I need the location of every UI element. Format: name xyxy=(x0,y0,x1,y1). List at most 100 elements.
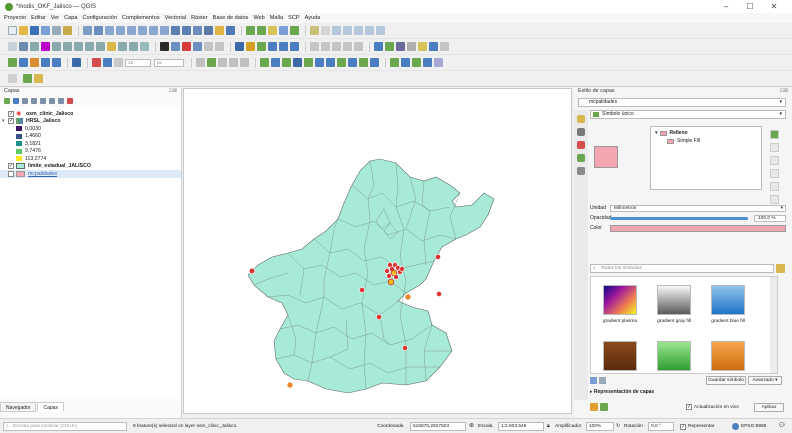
scp-input-icon[interactable] xyxy=(19,58,28,67)
undo-icon[interactable] xyxy=(204,42,213,51)
bookmarks-icon[interactable] xyxy=(204,26,213,35)
vertex-tool-icon[interactable] xyxy=(260,58,269,67)
add-vector-icon[interactable] xyxy=(30,42,39,51)
tool-b-icon[interactable] xyxy=(321,42,330,51)
gradient-green-thumbnail[interactable] xyxy=(657,341,691,371)
roi-size-input[interactable]: 12 xyxy=(125,58,151,67)
diagrams-tab-icon[interactable] xyxy=(577,141,585,149)
menu-editar[interactable]: Editar xyxy=(31,15,46,21)
open-table-icon[interactable] xyxy=(257,26,266,35)
lock-color-button[interactable] xyxy=(770,156,779,165)
gallery-item-blue[interactable]: gradient blue fill xyxy=(703,285,753,324)
list-view-icon[interactable] xyxy=(590,377,597,384)
layer-hrsl[interactable]: ▾ ✓ HRSL_Jalisco xyxy=(0,118,181,126)
collapse-all-icon[interactable] xyxy=(58,97,64,104)
menu-base-de-datos[interactable]: Base de datos xyxy=(213,15,249,21)
add-mesh-icon[interactable] xyxy=(52,42,61,51)
menu-malla[interactable]: Malla xyxy=(270,15,283,21)
scp-roi-edit-icon[interactable] xyxy=(103,58,112,67)
opacity-spinbox[interactable]: 100,0 % xyxy=(754,214,786,222)
simplify-icon[interactable] xyxy=(337,58,346,67)
stats-icon[interactable] xyxy=(290,26,299,35)
coordinate-field[interactable]: 615876,2927503 xyxy=(410,422,466,431)
renderer-combo[interactable]: Símbolo único ▾ xyxy=(590,110,786,119)
new-map-view-icon[interactable] xyxy=(193,26,202,35)
add-spatialite-icon[interactable] xyxy=(74,42,83,51)
tab-capas[interactable]: Capas xyxy=(37,402,64,412)
layer-visibility-checkbox[interactable]: ✓ xyxy=(8,118,14,125)
add-delimited-icon[interactable] xyxy=(63,42,72,51)
add-feature-icon[interactable] xyxy=(207,58,216,67)
apply-button[interactable]: Aplicar xyxy=(754,403,784,412)
field-calc-icon[interactable] xyxy=(268,26,277,35)
zoom-last-icon[interactable] xyxy=(171,26,180,35)
move-down-button[interactable] xyxy=(770,195,779,204)
split-features-icon[interactable] xyxy=(304,58,313,67)
plugin-green-icon[interactable] xyxy=(23,74,32,83)
pan-icon[interactable] xyxy=(83,26,92,35)
advanced-button[interactable]: Avanzado ▾ xyxy=(748,376,782,385)
diagram-icon[interactable] xyxy=(434,58,443,67)
duplicate-layer-button[interactable] xyxy=(770,169,779,178)
clinic-point[interactable] xyxy=(436,291,442,297)
symbol-root-row[interactable]: ▾ Relleno xyxy=(651,127,761,136)
add-xyz-icon[interactable] xyxy=(140,42,149,51)
lock-scale-icon[interactable]: 🔒︎ xyxy=(547,422,550,431)
search-tool-icon[interactable] xyxy=(429,42,438,51)
layer-visibility-checkbox[interactable] xyxy=(8,170,14,177)
map-tips-icon[interactable] xyxy=(374,42,383,51)
merge-features-icon[interactable] xyxy=(315,58,324,67)
zoom-in-icon[interactable] xyxy=(105,26,114,35)
scp-band-set-icon[interactable] xyxy=(72,58,81,67)
fill-ring-icon[interactable] xyxy=(370,58,379,67)
zoom-native-icon[interactable] xyxy=(127,26,136,35)
layer-mcpalidades[interactable]: mcpalidades xyxy=(0,170,181,178)
history-tab-icon[interactable] xyxy=(577,167,585,175)
db-manager-icon[interactable] xyxy=(235,42,244,51)
label-rotate-icon[interactable] xyxy=(412,58,421,67)
add-postgis-icon[interactable] xyxy=(85,42,94,51)
scp-zoom-icon[interactable] xyxy=(114,58,123,67)
gradient-orange-thumbnail[interactable] xyxy=(711,341,745,371)
label-pin-icon[interactable] xyxy=(390,58,399,67)
zoom-next-icon[interactable] xyxy=(182,26,191,35)
menu-vectorial[interactable]: Vectorial xyxy=(165,15,186,21)
deselect-icon[interactable] xyxy=(354,26,363,35)
map-canvas[interactable] xyxy=(183,88,572,414)
clinic-point-orange[interactable] xyxy=(404,293,412,301)
clinic-point[interactable] xyxy=(399,266,405,272)
layout-manager-icon[interactable] xyxy=(63,26,72,35)
redo-style-icon[interactable] xyxy=(600,403,608,411)
layer-osm-clinic[interactable]: ✓ ◉ osm_clinic_Jalisco xyxy=(0,110,181,118)
add-group-icon[interactable] xyxy=(13,97,19,104)
scp-band-icon[interactable] xyxy=(268,42,277,51)
zoom-out-icon[interactable] xyxy=(116,26,125,35)
close-button[interactable]: ✕ xyxy=(763,0,785,13)
shape-digitize-icon[interactable] xyxy=(271,58,280,67)
tool-e-icon[interactable] xyxy=(354,42,363,51)
plugin-map-icon[interactable] xyxy=(34,74,43,83)
clinic-point[interactable] xyxy=(402,345,408,351)
more-tools-icon[interactable] xyxy=(440,42,449,51)
identify-icon[interactable] xyxy=(246,26,255,35)
save-project-icon[interactable] xyxy=(30,26,39,35)
open-project-icon[interactable] xyxy=(19,26,28,35)
opacity-slider[interactable] xyxy=(610,216,748,220)
add-wfs-icon[interactable] xyxy=(118,42,127,51)
calculator-icon[interactable] xyxy=(385,42,394,51)
edit-icon[interactable] xyxy=(171,42,180,51)
messages-icon[interactable]: 💬︎ xyxy=(778,422,786,431)
temporal-icon[interactable] xyxy=(215,26,224,35)
clinic-point[interactable] xyxy=(435,254,441,260)
scale-field[interactable]: 1:2.603.548 xyxy=(498,422,544,431)
gallery-item-gray[interactable]: gradient gray fill xyxy=(649,285,699,324)
save-as-icon[interactable] xyxy=(41,26,50,35)
layer-select-combo[interactable]: mcpalidades ▾ xyxy=(578,98,786,107)
rotate-features-icon[interactable] xyxy=(326,58,335,67)
magnifier-field[interactable]: 100% xyxy=(586,422,614,431)
clinic-point[interactable] xyxy=(384,268,390,274)
crs-button[interactable]: EPSG:9988 xyxy=(732,422,766,431)
panel-float-close-icon[interactable]: ⊡⊠ xyxy=(169,88,177,94)
3d-view-tab-icon[interactable] xyxy=(577,154,585,162)
gallery-item-plasma[interactable]: gradient plasma xyxy=(595,285,645,324)
